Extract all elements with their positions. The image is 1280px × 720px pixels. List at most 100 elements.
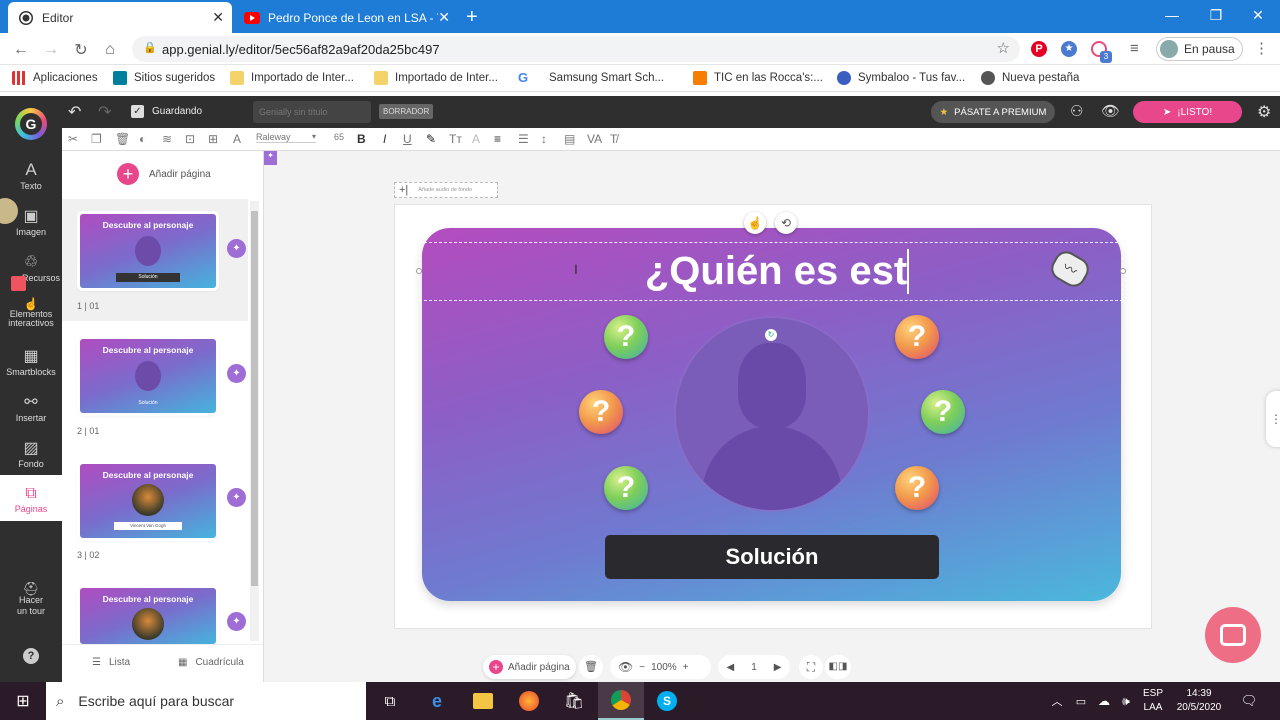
sidebar-item-recursos[interactable]: ♲ Recursos xyxy=(0,252,62,283)
text-effect-icon[interactable]: A xyxy=(472,132,480,146)
page-thumbnail[interactable]: Descubre al personaje xyxy=(80,588,216,644)
firefox-icon[interactable] xyxy=(508,682,550,720)
right-edge-handle[interactable]: ⋮ xyxy=(1266,391,1280,447)
next-page-icon[interactable]: ▶ xyxy=(774,662,782,673)
question-bubble[interactable]: ? xyxy=(895,466,939,510)
menu-icon[interactable]: ⋮ xyxy=(1254,39,1269,57)
pinterest-icon[interactable]: P xyxy=(1031,41,1047,57)
bookmark-tic[interactable]: TIC en las Rocca's:... xyxy=(693,71,823,85)
rotate-icon[interactable]: ⟲ xyxy=(775,212,797,234)
bookmark-sitios[interactable]: Sitios sugeridos xyxy=(113,71,215,85)
windows-start-icon[interactable]: ⊞ xyxy=(0,682,46,720)
tray-chevron-icon[interactable]: ︿ xyxy=(1046,682,1068,720)
close-tab-icon[interactable]: ✕ xyxy=(212,9,224,26)
question-bubble[interactable]: ? xyxy=(604,466,648,510)
preview-eye-icon[interactable]: 👁 xyxy=(618,660,633,674)
bold-icon[interactable]: B xyxy=(357,132,366,146)
scrollbar-thumb[interactable] xyxy=(251,211,258,586)
font-size-input[interactable]: 65 xyxy=(334,132,344,142)
opacity-icon[interactable]: ◐ xyxy=(139,132,146,146)
minimize-button[interactable]: — xyxy=(1150,0,1194,30)
language-indicator[interactable]: ESP LAA xyxy=(1138,682,1168,720)
volume-icon[interactable]: 🕪 xyxy=(1115,682,1137,720)
new-tab-button[interactable]: + xyxy=(466,6,478,29)
layers-icon[interactable]: ≋ xyxy=(162,132,172,146)
url-field[interactable]: 🔒 app.genial.ly/editor/5ec56af82a9af20da… xyxy=(132,36,1020,62)
text-size-icon[interactable]: Tт xyxy=(449,132,462,146)
question-bubble[interactable]: ? xyxy=(579,390,623,434)
title-text-box[interactable]: ¿Quién es est xyxy=(419,242,1123,301)
bookmark-importado-1[interactable]: Importado de Inter... xyxy=(230,71,354,85)
reading-list-icon[interactable]: ≡ xyxy=(1130,40,1139,57)
magic-wand-icon[interactable]: ✦ xyxy=(227,239,246,258)
ready-button[interactable]: ➤ ¡LISTO! xyxy=(1133,101,1242,123)
view-list-button[interactable]: ☰ Lista xyxy=(92,657,130,668)
prev-page-icon[interactable]: ◀ xyxy=(727,662,735,673)
bookmark-symbaloo[interactable]: Symbaloo - Tus fav... xyxy=(837,71,965,85)
sidebar-item-paginas[interactable]: ⧉ Páginas xyxy=(0,475,62,521)
zoom-out-icon[interactable]: − xyxy=(639,662,645,673)
title-input[interactable]: Genially sin título xyxy=(253,101,371,123)
chat-launcher-button[interactable] xyxy=(1205,607,1261,663)
align-icon[interactable]: ⊞ xyxy=(208,132,218,146)
help-icon[interactable]: ? xyxy=(23,648,39,664)
magic-wand-icon[interactable]: ✦ xyxy=(227,488,246,507)
fit-screen-icon[interactable]: ⛶ xyxy=(799,655,823,679)
sidebar-item-fondo[interactable]: ▨ Fondo xyxy=(0,438,62,469)
audio-background-button[interactable]: +| Añade audio de fondo xyxy=(394,182,498,198)
premium-button[interactable]: ★ PÁSATE A PREMIUM xyxy=(931,101,1055,123)
panel-scrollbar[interactable] xyxy=(250,201,259,641)
sidebar-item-tour[interactable]: ⛑ Hacer un tour xyxy=(0,582,62,617)
trash-icon[interactable]: 🗑 xyxy=(579,655,603,679)
spacing-icon[interactable]: ▤ xyxy=(564,132,575,146)
page-thumbnail[interactable]: Descubre al personaje Vincent Van Gogh xyxy=(80,464,216,538)
bottom-add-page-button[interactable]: + Añadir página xyxy=(483,655,576,679)
zoom-in-icon[interactable]: + xyxy=(683,662,689,673)
solution-button[interactable]: Solución xyxy=(605,535,939,579)
reload-small-icon[interactable]: ↻ xyxy=(765,329,777,341)
clear-format-icon[interactable]: T̸ xyxy=(610,132,617,146)
add-user-icon[interactable]: ⚇ xyxy=(1070,102,1083,120)
task-view-icon[interactable]: ⧉ xyxy=(370,682,410,720)
clock[interactable]: 14:39 20/5/2020 xyxy=(1170,682,1228,720)
question-bubble[interactable]: ? xyxy=(604,315,648,359)
fullscreen-icon[interactable]: ◧◨ xyxy=(825,655,851,679)
bookmark-nueva[interactable]: Nueva pestaña xyxy=(981,71,1079,85)
page-number-input[interactable]: 1 xyxy=(751,662,757,673)
taskbar-search[interactable]: ⌕ Escribe aquí para buscar xyxy=(46,682,366,720)
reload-icon[interactable]: ↻ xyxy=(70,39,92,61)
bookmark-importado-2[interactable]: Importado de Inter... xyxy=(374,71,498,85)
extension-star-icon[interactable]: ★ xyxy=(1061,41,1077,57)
list-icon[interactable]: ☰ xyxy=(518,132,529,146)
chrome-icon[interactable] xyxy=(598,682,644,720)
settings-gear-icon[interactable]: ⚙ xyxy=(1257,102,1271,122)
underline-icon[interactable]: U xyxy=(403,132,412,146)
letter-spacing-icon[interactable]: VA xyxy=(587,132,602,146)
text-color-icon[interactable]: A xyxy=(233,132,241,146)
question-bubble[interactable]: ? xyxy=(895,315,939,359)
page-thumbnail[interactable]: Descubre al personaje Solución xyxy=(80,339,216,413)
resize-handle-left[interactable] xyxy=(416,268,422,274)
edit-hand-icon[interactable]: ☝ xyxy=(744,212,766,234)
store-icon[interactable]: 🛍 xyxy=(553,682,595,720)
profile-chip[interactable]: En pausa xyxy=(1156,37,1243,61)
bookmark-samsung[interactable]: G Samsung Smart Sch... xyxy=(518,71,664,85)
home-icon[interactable]: ⌂ xyxy=(99,39,121,61)
color-swatch[interactable] xyxy=(11,276,26,291)
view-grid-button[interactable]: ▦ Cuadrícula xyxy=(178,657,244,668)
skype-icon[interactable]: S xyxy=(646,682,688,720)
notifications-icon[interactable]: 🗨 xyxy=(1234,682,1264,720)
forward-icon[interactable]: → xyxy=(40,39,62,61)
file-explorer-icon[interactable] xyxy=(462,682,504,720)
line-height-icon[interactable]: ↕ xyxy=(541,132,547,146)
delete-icon[interactable]: 🗑 xyxy=(115,132,130,146)
cut-icon[interactable]: ✂ xyxy=(68,132,78,146)
edge-icon[interactable]: e xyxy=(416,682,458,720)
italic-icon[interactable]: I xyxy=(383,132,386,146)
sidebar-item-texto[interactable]: A Texto xyxy=(0,160,62,191)
genially-logo[interactable]: G xyxy=(15,108,47,140)
back-icon[interactable]: ← xyxy=(10,39,32,61)
tab-editor[interactable]: Editor ✕ xyxy=(8,2,232,33)
copy-icon[interactable]: ❐ xyxy=(91,132,102,146)
sidebar-item-elementos[interactable]: ☝ Elementos interactivos xyxy=(0,298,62,328)
